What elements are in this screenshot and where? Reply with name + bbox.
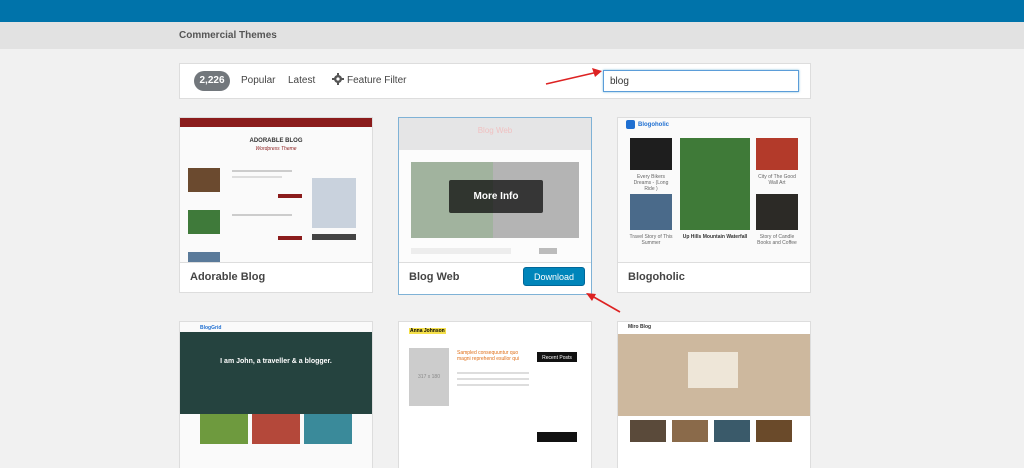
image-placeholder: 317 x 180 [418,374,440,380]
theme-card-footer: Adorable Blog [180,262,372,292]
theme-card-bloggrid[interactable]: BlogGrid I am John, a traveller & a blog… [179,321,373,468]
theme-name: Adorable Blog [190,271,266,283]
theme-card-footer: Blog Web Download [399,262,591,293]
theme-screenshot[interactable]: Anna Johnson 317 x 180 Sampled consequun… [399,322,591,468]
preview-caption: Travel Story of This Summer [629,234,673,246]
theme-card-footer: Blogoholic [618,262,810,292]
theme-screenshot[interactable]: Miro Blog [618,322,810,468]
preview-title: Miro Blog [628,324,652,330]
preview-title: BlogGrid [200,325,222,331]
theme-screenshot[interactable]: Blogoholic Every Bikers Dreams - (Long R… [618,118,810,262]
theme-card-anna-johnson[interactable]: Anna Johnson 317 x 180 Sampled consequun… [398,321,592,468]
feature-filter-button[interactable]: Feature Filter [347,75,406,86]
preview-title: Blogoholic [638,122,669,128]
theme-card-blogoholic[interactable]: Blogoholic Every Bikers Dreams - (Long R… [617,117,811,293]
theme-search-input[interactable] [603,70,799,92]
preview-hero-text: I am John, a traveller & a blogger. [220,358,332,365]
gear-icon[interactable] [332,73,344,85]
preview-title: Anna Johnson [409,328,446,334]
preview-caption: Story of Candle Books and Coffee [757,234,797,246]
theme-card-miro-blog[interactable]: Miro Blog [617,321,811,468]
theme-count-badge: 2,226 [194,71,230,91]
theme-filter-bar: 2,226 Popular Latest Feature Filter [179,63,811,99]
annotation-arrow-icon [586,293,621,313]
tab-latest[interactable]: Latest [288,75,315,86]
theme-name: Blogoholic [628,271,685,283]
preview-caption: City of The Good Wall Art [758,174,796,186]
preview-title: ADORABLE BLOG [249,138,303,144]
download-button[interactable]: Download [523,267,585,286]
theme-screenshot[interactable]: BlogGrid I am John, a traveller & a blog… [180,322,372,468]
preview-post-title: Sampled consequuntur quo magni reprehend… [457,350,519,362]
annotation-arrow-icon [545,68,602,85]
theme-screenshot[interactable]: Blog Web More Info [399,118,591,262]
tab-popular[interactable]: Popular [241,75,275,86]
preview-recent-posts: Recent Posts [542,355,572,361]
theme-card-blog-web[interactable]: Blog Web More Info Blog Web Download [398,117,592,295]
section-title: Commercial Themes [179,30,277,41]
preview-tagline: Wordpress Theme [255,146,297,152]
theme-card-adorable-blog[interactable]: ADORABLE BLOG Wordpress Theme Adorable B… [179,117,373,293]
section-header: Commercial Themes [0,22,1024,49]
admin-top-bar [0,0,1024,22]
preview-caption: Up Hills Mountain Waterfall [682,234,748,240]
preview-caption: Every Bikers Dreams - (Long Ride ) [633,174,669,192]
more-info-button[interactable]: More Info [449,180,543,213]
theme-screenshot[interactable]: ADORABLE BLOG Wordpress Theme [180,118,372,262]
theme-name: Blog Web [409,271,460,283]
